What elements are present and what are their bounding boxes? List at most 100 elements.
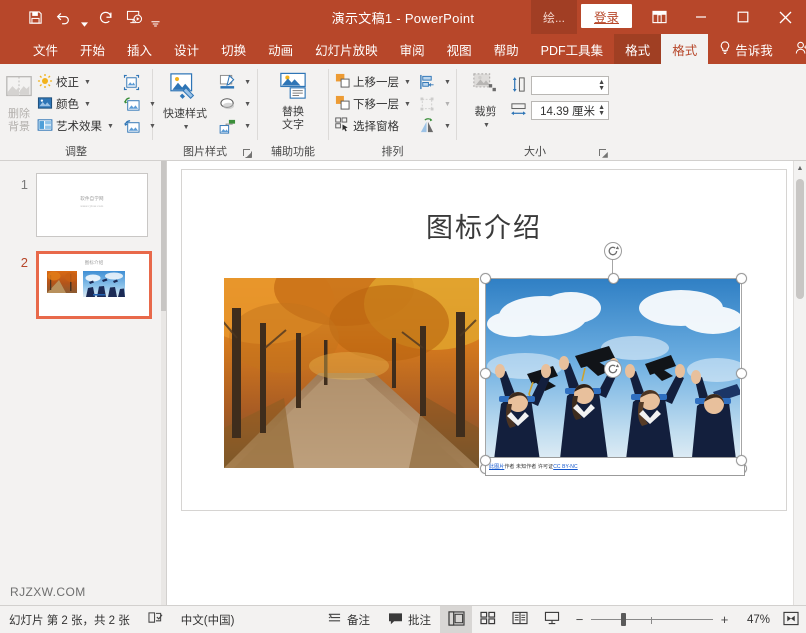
chevron-down-icon[interactable]: ▼	[444, 101, 451, 108]
tab-format-contextual[interactable]: 格式	[614, 34, 661, 64]
view-slideshow-button[interactable]	[536, 606, 568, 633]
chevron-down-icon[interactable]: ▼	[244, 101, 251, 108]
sign-in-button[interactable]: 登录	[581, 4, 632, 28]
color-button[interactable]: 颜色 ▼	[35, 93, 116, 115]
reset-picture-button[interactable]: ▼	[118, 115, 158, 137]
slide-title[interactable]: 图标介绍	[182, 206, 786, 245]
slideshow-icon[interactable]	[121, 4, 147, 30]
inner-rotate-handle[interactable]	[604, 360, 622, 378]
tab-animations[interactable]: 动画	[257, 34, 304, 64]
tab-view[interactable]: 视图	[436, 34, 483, 64]
tab-file[interactable]: 文件	[22, 34, 69, 64]
artistic-effects-button[interactable]: 艺术效果 ▼	[35, 115, 116, 137]
chevron-down-icon[interactable]: ▼	[483, 119, 490, 132]
canvas-vertical-scrollbar[interactable]: ▲	[793, 161, 806, 605]
alt-text-button[interactable]: 替换 文字	[264, 69, 322, 132]
chevron-down-icon[interactable]: ▼	[244, 79, 251, 86]
chevron-down-icon[interactable]: ▼	[404, 79, 411, 86]
image-caption-textbox[interactable]: 此图片 作者 未知作者 许可证 CC BY-NC	[485, 457, 745, 476]
redo-icon[interactable]	[93, 4, 119, 30]
bring-forward-button[interactable]: 上移一层 ▼	[333, 71, 413, 93]
shape-height-input[interactable]: ▲▼	[531, 76, 609, 95]
resize-handle-middle-right[interactable]	[736, 368, 747, 379]
slide-thumbnail-2[interactable]: 图标介绍	[36, 251, 152, 319]
tab-home[interactable]: 开始	[69, 34, 116, 64]
corrections-button[interactable]: 校正 ▼	[35, 71, 116, 93]
tab-tell-me[interactable]: 告诉我	[708, 34, 784, 64]
zoom-slider-thumb[interactable]	[621, 613, 626, 626]
autumn-road-photo[interactable]	[224, 278, 479, 468]
spellcheck-button[interactable]	[139, 606, 172, 633]
thumbnail-scrollbar-thumb[interactable]	[161, 161, 166, 311]
thumbnail-item-2[interactable]: 2 图标介绍	[0, 251, 166, 319]
resize-handle-middle-left[interactable]	[480, 368, 491, 379]
tab-slideshow[interactable]: 幻灯片放映	[304, 34, 389, 64]
chevron-down-icon[interactable]: ▼	[444, 79, 451, 86]
view-normal-button[interactable]	[440, 606, 472, 633]
tab-pdf-tools[interactable]: PDF工具集	[530, 34, 615, 64]
scroll-up-icon[interactable]: ▲	[794, 161, 806, 175]
rotate-handle[interactable]	[604, 242, 622, 260]
zoom-slider[interactable]	[591, 613, 713, 627]
chevron-down-icon[interactable]: ▼	[84, 101, 91, 108]
size-dialog-launcher[interactable]	[598, 148, 609, 159]
caption-link-image[interactable]: 此图片	[489, 463, 504, 470]
shape-width-input[interactable]: 14.39 厘米 ▲▼	[531, 101, 609, 120]
tab-format-active[interactable]: 格式	[661, 34, 708, 64]
quick-styles-button[interactable]: 快速样式 ▼	[157, 69, 213, 134]
notes-button[interactable]: 备注	[318, 606, 379, 633]
picture-effects-button[interactable]: ▼	[213, 93, 253, 115]
customize-qat-icon[interactable]	[149, 1, 162, 34]
zoom-out-button[interactable]: −	[574, 612, 585, 627]
rotate-button[interactable]: ▼	[413, 115, 453, 137]
minimize-button[interactable]	[680, 0, 722, 34]
slide-thumbnail-1[interactable]: 软件自学网 www.rjzxw.com	[36, 173, 148, 237]
change-picture-button[interactable]: ▼	[118, 93, 158, 115]
tab-insert[interactable]: 插入	[116, 34, 163, 64]
picture-border-button[interactable]: ▼	[213, 71, 253, 93]
chevron-down-icon[interactable]: ▼	[84, 79, 91, 86]
undo-dropdown-icon[interactable]	[78, 1, 91, 34]
ribbon-display-options-icon[interactable]	[638, 0, 680, 34]
fit-to-window-button[interactable]	[776, 606, 806, 633]
shape-height-stepper[interactable]: ▲▼	[598, 80, 606, 92]
slide-count-status[interactable]: 幻灯片 第 2 张，共 2 张	[0, 606, 139, 633]
tab-design[interactable]: 设计	[163, 34, 210, 64]
language-status[interactable]: 中文(中国)	[172, 606, 244, 633]
caption-handle-right[interactable]	[736, 455, 747, 466]
tab-help[interactable]: 帮助	[483, 34, 530, 64]
group-button[interactable]: ▼	[413, 93, 453, 115]
draw-tab-overflow[interactable]: 绘...	[531, 0, 577, 34]
shape-width-stepper[interactable]: ▲▼	[598, 105, 606, 117]
slide-thumbnail-pane[interactable]: 1 软件自学网 www.rjzxw.com 2 图标介绍	[0, 161, 167, 605]
zoom-in-button[interactable]: +	[719, 612, 730, 627]
chevron-down-icon[interactable]: ▼	[404, 101, 411, 108]
caption-link-license[interactable]: CC BY-NC	[553, 464, 578, 470]
resize-handle-top-center[interactable]	[608, 273, 619, 284]
caption-handle-left[interactable]	[480, 455, 491, 466]
chevron-down-icon[interactable]: ▼	[107, 123, 114, 130]
chevron-down-icon[interactable]: ▼	[244, 123, 251, 130]
view-reading-button[interactable]	[504, 606, 536, 633]
chevron-down-icon[interactable]: ▼	[183, 121, 190, 134]
zoom-level-label[interactable]: 47%	[736, 614, 770, 626]
slide-canvas-area[interactable]: 图标介绍	[167, 161, 806, 605]
align-button[interactable]: ▼	[413, 71, 453, 93]
compress-pictures-button[interactable]	[118, 71, 158, 93]
close-button[interactable]	[764, 0, 806, 34]
undo-icon[interactable]	[50, 4, 76, 30]
comments-button[interactable]: 批注	[379, 606, 440, 633]
picture-layout-button[interactable]: ▼	[213, 115, 253, 137]
thumbnail-item-1[interactable]: 1 软件自学网 www.rjzxw.com	[0, 173, 166, 237]
tab-review[interactable]: 审阅	[389, 34, 436, 64]
save-icon[interactable]	[22, 4, 48, 30]
tab-share[interactable]: 共享	[784, 34, 806, 64]
chevron-down-icon[interactable]: ▼	[444, 123, 451, 130]
slide-canvas[interactable]: 图标介绍	[181, 169, 787, 511]
remove-background-button[interactable]: 删除背景	[4, 69, 34, 134]
canvas-scrollbar-thumb[interactable]	[796, 179, 804, 299]
resize-handle-top-left[interactable]	[480, 273, 491, 284]
view-slide-sorter-button[interactable]	[472, 606, 504, 633]
thumbnail-scrollbar[interactable]	[161, 161, 166, 605]
crop-button[interactable]: 裁剪 ▼	[465, 69, 506, 132]
